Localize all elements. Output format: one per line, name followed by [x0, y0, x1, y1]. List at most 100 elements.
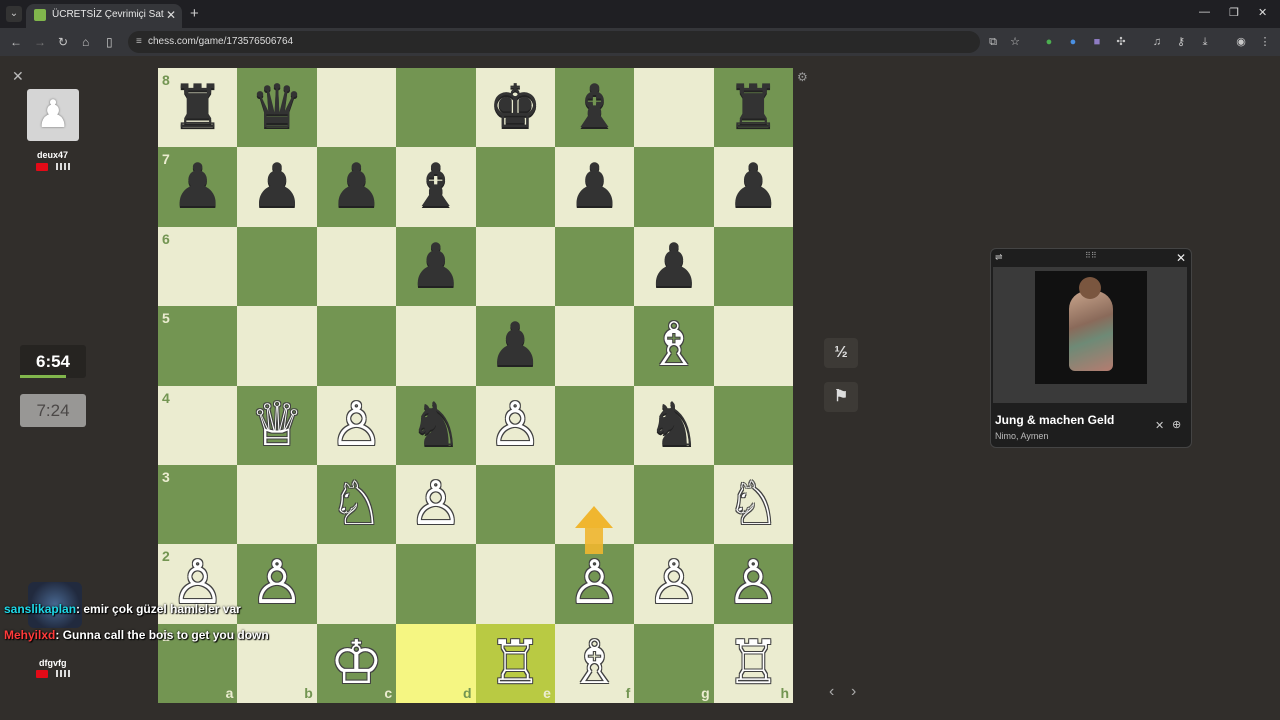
new-tab-icon[interactable]: +: [190, 5, 199, 22]
player-settings-icon[interactable]: ⇌: [995, 252, 1003, 263]
square-b2[interactable]: ♙: [237, 544, 317, 624]
black-piece-icon[interactable]: ♝: [396, 147, 475, 226]
black-piece-icon[interactable]: ♟: [237, 147, 316, 226]
extension-icon[interactable]: ■: [1090, 35, 1104, 49]
square-b5[interactable]: [237, 306, 317, 386]
extension-icon[interactable]: ●: [1066, 35, 1080, 49]
drag-handle-icon[interactable]: ⠿⠿: [1085, 251, 1097, 260]
black-piece-icon[interactable]: ♟: [317, 147, 396, 226]
extensions-puzzle-icon[interactable]: ✣: [1114, 35, 1128, 49]
square-b7[interactable]: ♟: [237, 147, 317, 227]
square-b4[interactable]: ♕: [237, 385, 317, 465]
square-e1[interactable]: e ♖: [475, 623, 555, 703]
square-h1[interactable]: h ♖: [713, 623, 793, 703]
square-b3[interactable]: [237, 464, 317, 545]
square-g8[interactable]: [634, 68, 714, 148]
close-panel-icon[interactable]: ✕: [12, 68, 24, 85]
white-piece-icon[interactable]: ♘: [714, 465, 793, 544]
square-h6[interactable]: [713, 226, 793, 307]
media-icon[interactable]: ♫: [1150, 35, 1164, 49]
download-icon[interactable]: ⤓: [1198, 35, 1212, 49]
black-piece-icon[interactable]: ♟: [634, 227, 713, 306]
square-a4[interactable]: 4: [158, 385, 238, 465]
square-h2[interactable]: ♙: [713, 544, 793, 624]
square-c4[interactable]: ♙: [316, 385, 397, 465]
square-c8[interactable]: [316, 68, 397, 148]
black-piece-icon[interactable]: ♛: [237, 68, 316, 147]
square-c5[interactable]: [316, 306, 397, 386]
white-piece-icon[interactable]: ♗: [634, 306, 713, 385]
square-g4[interactable]: ♞: [634, 385, 714, 465]
square-c7[interactable]: ♟: [316, 147, 397, 227]
restore-icon[interactable]: ❐: [1229, 6, 1239, 19]
square-e7[interactable]: [475, 147, 555, 227]
forward-icon[interactable]: →: [34, 34, 46, 50]
square-a8[interactable]: 8 ♜: [158, 68, 238, 148]
black-piece-icon[interactable]: ♟: [476, 306, 555, 385]
white-piece-icon[interactable]: ♗: [555, 624, 634, 703]
player-name[interactable]: dfgvfg: [39, 658, 67, 668]
black-piece-icon[interactable]: ♞: [634, 386, 713, 465]
minimize-icon[interactable]: —: [1199, 6, 1210, 18]
white-piece-icon[interactable]: ♘: [317, 465, 396, 544]
reload-icon[interactable]: ↻: [58, 34, 68, 50]
tab-search-icon[interactable]: ⌄: [6, 6, 22, 22]
square-h7[interactable]: ♟: [713, 147, 793, 227]
square-e6[interactable]: [475, 226, 555, 307]
square-h5[interactable]: [713, 306, 793, 386]
miniplayer-close-icon[interactable]: ✕: [1176, 251, 1186, 265]
square-f2[interactable]: ♙: [554, 544, 635, 624]
black-piece-icon[interactable]: ♞: [396, 386, 475, 465]
square-d8[interactable]: [396, 68, 476, 148]
square-e4[interactable]: ♙: [475, 385, 555, 465]
black-piece-icon[interactable]: ♟: [555, 147, 634, 226]
black-piece-icon[interactable]: ♟: [158, 147, 237, 226]
opponent-name[interactable]: deux47: [37, 150, 68, 160]
white-piece-icon[interactable]: ♙: [396, 465, 475, 544]
square-c6[interactable]: [316, 226, 397, 307]
profile-avatar-icon[interactable]: ◉: [1234, 35, 1248, 49]
square-g2[interactable]: ♙: [634, 544, 714, 624]
square-c2[interactable]: [316, 544, 397, 624]
board-settings-gear-icon[interactable]: ⚙: [797, 70, 808, 84]
browser-tab[interactable]: ÜCRETSİZ Çevrimiçi Satranç Oy ✕: [26, 4, 182, 28]
chess-board[interactable]: 8 ♜ ♛ ♚ ♝ ♜ 7 ♟ ♟ ♟ ♝ ♟ ♟ 6 ♟ ♟ 5 ♟ ♗ 4 ♕ ♙ ♞ ♙ ♞ 3 ♘ ♙ ♘ 2 ♙ ♙ ♙ ♙ ♙ 1 a b c ♔…: [158, 68, 793, 703]
extension-icon[interactable]: ●: [1042, 35, 1056, 49]
square-f8[interactable]: ♝: [554, 68, 635, 148]
square-d5[interactable]: [396, 306, 476, 386]
square-d7[interactable]: ♝: [396, 147, 476, 227]
square-f4[interactable]: [554, 385, 635, 465]
black-piece-icon[interactable]: ♜: [158, 68, 237, 147]
square-d6[interactable]: ♟: [396, 226, 476, 307]
square-c3[interactable]: ♘: [316, 464, 397, 545]
square-h8[interactable]: ♜: [713, 68, 793, 148]
white-piece-icon[interactable]: ♖: [476, 624, 555, 703]
black-piece-icon[interactable]: ♜: [714, 68, 793, 147]
dismiss-icon[interactable]: ✕: [1155, 419, 1164, 432]
square-d3[interactable]: ♙: [396, 464, 476, 545]
square-e8[interactable]: ♚: [475, 68, 555, 148]
square-e2[interactable]: [475, 544, 555, 624]
white-piece-icon[interactable]: ♙: [476, 386, 555, 465]
square-g3[interactable]: [634, 464, 714, 545]
home-icon[interactable]: ⌂: [82, 34, 89, 50]
black-piece-icon[interactable]: ♟: [714, 147, 793, 226]
white-piece-icon[interactable]: ♙: [634, 544, 713, 623]
square-d1[interactable]: d: [396, 623, 476, 703]
previous-move-icon[interactable]: ‹: [829, 683, 834, 701]
square-a3[interactable]: 3: [158, 464, 238, 545]
white-piece-icon[interactable]: ♙: [317, 386, 396, 465]
square-h3[interactable]: ♘: [713, 464, 793, 545]
offer-draw-button[interactable]: ½: [824, 338, 858, 368]
square-f7[interactable]: ♟: [554, 147, 635, 227]
square-b8[interactable]: ♛: [237, 68, 317, 148]
sidebar-icon[interactable]: ▯: [106, 34, 113, 50]
square-e5[interactable]: ♟: [475, 306, 555, 386]
white-piece-icon[interactable]: ♙: [555, 544, 634, 623]
square-f6[interactable]: [554, 226, 635, 307]
black-piece-icon[interactable]: ♟: [396, 227, 475, 306]
black-piece-icon[interactable]: ♝: [555, 68, 634, 147]
password-key-icon[interactable]: ⚷: [1174, 35, 1188, 49]
bookmark-star-icon[interactable]: ☆: [1008, 35, 1022, 49]
square-g1[interactable]: g: [634, 623, 714, 703]
